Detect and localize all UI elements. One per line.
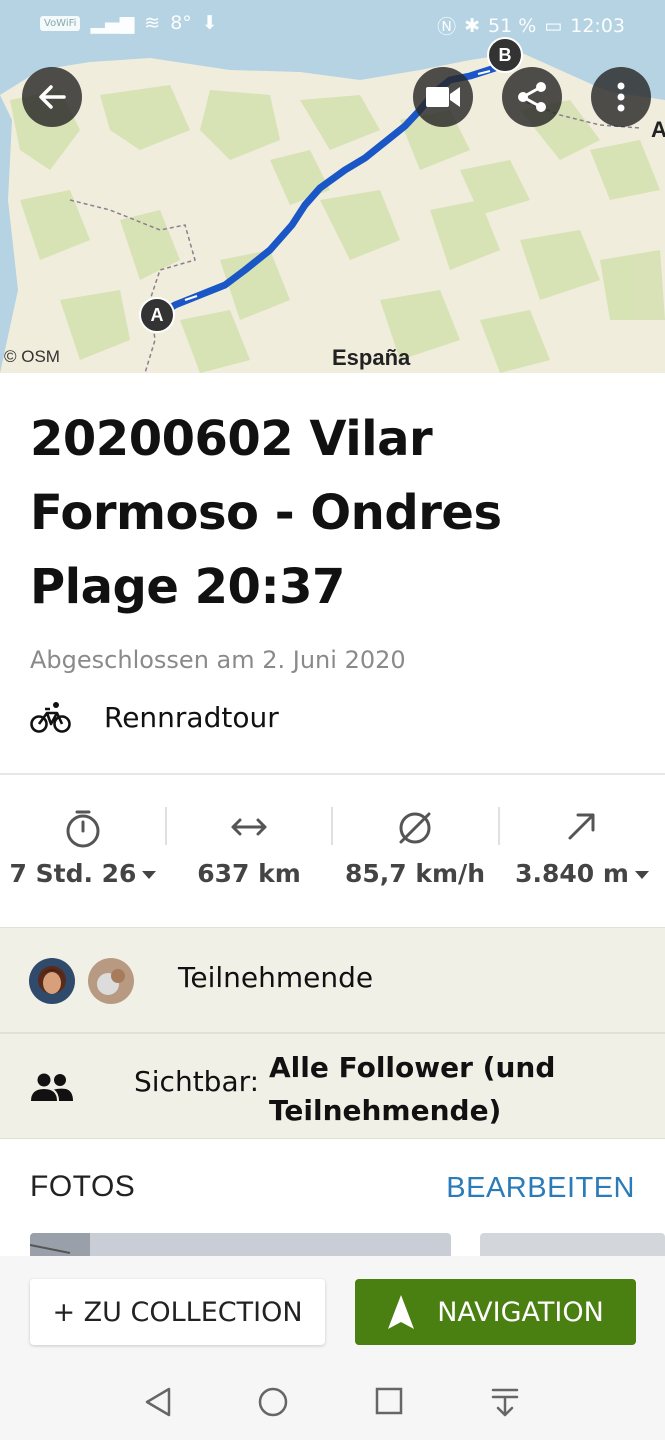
visibility-label: Sichtbar:	[134, 1065, 260, 1098]
more-button[interactable]	[591, 67, 651, 127]
stat-duration-value: 7 Std. 26	[9, 859, 137, 888]
avatar[interactable]	[29, 958, 75, 1004]
route-start-marker[interactable]: A	[139, 297, 175, 333]
temperature: 8°	[170, 12, 192, 34]
navigation-button[interactable]: NAVIGATION	[355, 1279, 636, 1345]
back-button[interactable]	[22, 67, 82, 127]
sport-label: Rennradtour	[104, 700, 279, 734]
vowifi-badge: VoWiFi	[40, 15, 81, 31]
stat-duration[interactable]: 7 Std. 26	[0, 795, 166, 905]
wifi-icon: ≋	[144, 12, 161, 34]
stat-distance: 637 km	[166, 795, 332, 905]
stat-distance-value: 637 km	[197, 859, 301, 888]
ascent-arrow-icon	[568, 813, 595, 840]
arrow-left-icon	[39, 85, 66, 109]
share-button[interactable]	[502, 67, 562, 127]
tour-title: 20200602 Vilar Formoso - Ondres Plage 20…	[30, 411, 502, 615]
home-circle-icon[interactable]	[257, 1386, 289, 1418]
map-copyright[interactable]: © OSM	[4, 347, 60, 367]
system-navigation-bar	[0, 1368, 665, 1440]
download-icon: ⬇	[201, 12, 218, 34]
notification-shade-icon[interactable]	[490, 1386, 520, 1418]
photos-heading: FOTOS	[30, 1170, 136, 1203]
share-icon	[518, 82, 546, 112]
chevron-down-icon	[634, 871, 649, 879]
navigation-label: NAVIGATION	[437, 1296, 604, 1328]
action-bar: + ZU COLLECTION NAVIGATION	[0, 1256, 665, 1368]
horizontal-arrows-icon	[231, 818, 267, 836]
back-triangle-icon[interactable]	[143, 1386, 173, 1418]
participants-label: Teilnehmende	[178, 961, 374, 994]
status-bar: VoWiFi ▂▄▆ ≋ 8° ⬇ Ⓝ ✱ 51 % ▭ 12:03	[0, 0, 665, 46]
visibility-row[interactable]: Sichtbar: Alle Follower (und Teilnehmend…	[0, 1033, 665, 1139]
stat-ascent[interactable]: 3.840 m	[499, 795, 665, 905]
chevron-down-icon	[142, 871, 157, 879]
video-camera-icon	[426, 87, 460, 107]
map-edge-label: A	[651, 117, 665, 142]
video-button[interactable]	[413, 67, 473, 127]
stat-speed: 85,7 km/h	[332, 795, 498, 905]
signal-icon: ▂▄▆	[90, 12, 135, 34]
map-background	[0, 0, 665, 373]
completion-date: Abgeschlossen am 2. Juni 2020	[30, 646, 406, 674]
avatar[interactable]	[88, 958, 134, 1004]
people-icon	[31, 1073, 73, 1101]
visibility-value: Alle Follower (und Teilnehmende)	[269, 1051, 556, 1127]
battery-icon: ▭	[544, 14, 563, 37]
avatar-image	[88, 958, 134, 1004]
stat-speed-value: 85,7 km/h	[345, 859, 485, 888]
edit-photos-button[interactable]: BEARBEITEN	[446, 1172, 635, 1205]
clock: 12:03	[570, 14, 625, 37]
map-country-label: España	[332, 345, 411, 370]
avatar-image	[29, 958, 75, 1004]
add-to-collection-button[interactable]: + ZU COLLECTION	[30, 1279, 325, 1345]
divider	[0, 773, 665, 775]
tour-stats: 7 Std. 26 637 km 85,7 km/h 3.840 m	[0, 795, 665, 925]
nfc-icon: Ⓝ	[437, 16, 457, 38]
road-bike-icon	[30, 702, 71, 733]
recents-square-icon[interactable]	[374, 1386, 404, 1416]
participants-row[interactable]: Teilnehmende	[0, 927, 665, 1033]
stat-ascent-value: 3.840 m	[515, 859, 629, 888]
sport-type: Rennradtour	[30, 700, 279, 734]
average-speed-icon	[399, 812, 431, 844]
route-end-marker[interactable]: B	[487, 37, 523, 73]
navigation-arrow-icon	[387, 1294, 415, 1330]
battery-percent: 51 %	[488, 14, 537, 37]
more-vertical-icon	[617, 82, 625, 112]
bluetooth-icon: ✱	[464, 14, 480, 37]
route-map[interactable]: VoWiFi ▂▄▆ ≋ 8° ⬇ Ⓝ ✱ 51 % ▭ 12:03 A B ©…	[0, 0, 665, 373]
stopwatch-icon	[66, 810, 100, 848]
